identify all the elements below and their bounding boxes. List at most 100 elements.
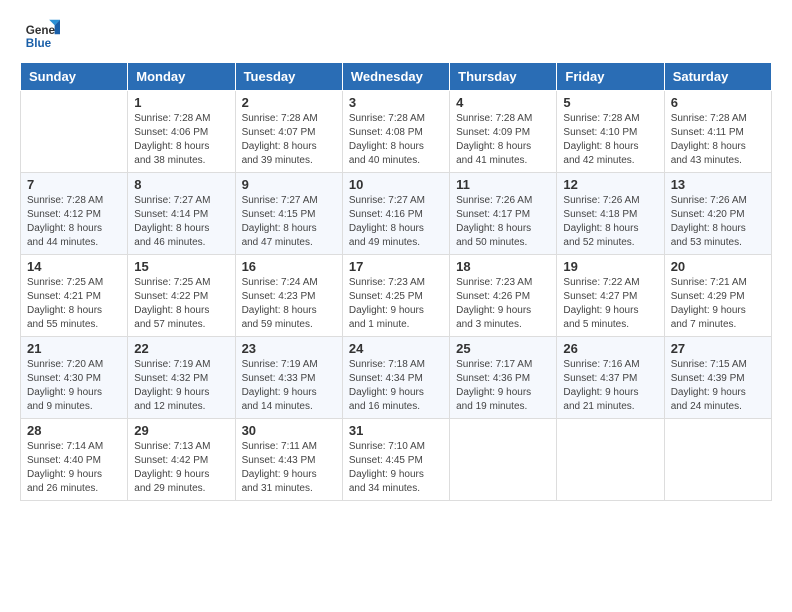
day-number: 17 (349, 259, 443, 274)
day-number: 15 (134, 259, 228, 274)
day-info: Sunrise: 7:28 AM Sunset: 4:10 PM Dayligh… (563, 112, 657, 168)
calendar-cell: 15 Sunrise: 7:25 AM Sunset: 4:22 PM Dayli… (128, 255, 235, 337)
day-number: 3 (349, 95, 443, 110)
day-info: Sunrise: 7:19 AM Sunset: 4:32 PM Dayligh… (134, 358, 228, 414)
day-number: 1 (134, 95, 228, 110)
day-info: Sunrise: 7:18 AM Sunset: 4:34 PM Dayligh… (349, 358, 443, 414)
calendar-cell: 23 Sunrise: 7:19 AM Sunset: 4:33 PM Dayli… (235, 337, 342, 419)
day-info: Sunrise: 7:15 AM Sunset: 4:39 PM Dayligh… (671, 358, 765, 414)
day-info: Sunrise: 7:27 AM Sunset: 4:16 PM Dayligh… (349, 194, 443, 250)
weekday-header-wednesday: Wednesday (342, 63, 449, 91)
calendar-cell: 17 Sunrise: 7:23 AM Sunset: 4:25 PM Dayli… (342, 255, 449, 337)
day-info: Sunrise: 7:28 AM Sunset: 4:11 PM Dayligh… (671, 112, 765, 168)
weekday-header-sunday: Sunday (21, 63, 128, 91)
logo-icon: General Blue (24, 18, 60, 54)
day-number: 9 (242, 177, 336, 192)
day-number: 19 (563, 259, 657, 274)
calendar-cell: 7 Sunrise: 7:28 AM Sunset: 4:12 PM Daylig… (21, 173, 128, 255)
calendar-cell: 18 Sunrise: 7:23 AM Sunset: 4:26 PM Dayli… (450, 255, 557, 337)
day-number: 27 (671, 341, 765, 356)
day-info: Sunrise: 7:17 AM Sunset: 4:36 PM Dayligh… (456, 358, 550, 414)
day-info: Sunrise: 7:14 AM Sunset: 4:40 PM Dayligh… (27, 440, 121, 496)
calendar-week-row: 7 Sunrise: 7:28 AM Sunset: 4:12 PM Daylig… (21, 173, 772, 255)
calendar-cell: 10Sunrise: 7:27 AM Sunset: 4:16 PM Dayli… (342, 173, 449, 255)
day-number: 26 (563, 341, 657, 356)
day-number: 29 (134, 423, 228, 438)
weekday-header-monday: Monday (128, 63, 235, 91)
day-number: 13 (671, 177, 765, 192)
calendar-cell: 21 Sunrise: 7:20 AM Sunset: 4:30 PM Dayli… (21, 337, 128, 419)
calendar-cell: 11 Sunrise: 7:26 AM Sunset: 4:17 PM Dayli… (450, 173, 557, 255)
calendar-cell: 30Sunrise: 7:11 AM Sunset: 4:43 PM Dayli… (235, 419, 342, 501)
calendar-cell: 29 Sunrise: 7:13 AM Sunset: 4:42 PM Dayli… (128, 419, 235, 501)
calendar-cell: 12Sunrise: 7:26 AM Sunset: 4:18 PM Dayli… (557, 173, 664, 255)
header: General Blue (0, 0, 792, 62)
calendar-cell: 1 Sunrise: 7:28 AM Sunset: 4:06 PM Daylig… (128, 91, 235, 173)
day-info: Sunrise: 7:28 AM Sunset: 4:12 PM Dayligh… (27, 194, 121, 250)
day-number: 8 (134, 177, 228, 192)
day-info: Sunrise: 7:26 AM Sunset: 4:20 PM Dayligh… (671, 194, 765, 250)
day-info: Sunrise: 7:13 AM Sunset: 4:42 PM Dayligh… (134, 440, 228, 496)
day-number: 2 (242, 95, 336, 110)
day-info: Sunrise: 7:16 AM Sunset: 4:37 PM Dayligh… (563, 358, 657, 414)
calendar-cell: 27 Sunrise: 7:15 AM Sunset: 4:39 PM Dayli… (664, 337, 771, 419)
day-info: Sunrise: 7:25 AM Sunset: 4:22 PM Dayligh… (134, 276, 228, 332)
day-info: Sunrise: 7:21 AM Sunset: 4:29 PM Dayligh… (671, 276, 765, 332)
day-number: 16 (242, 259, 336, 274)
calendar-cell (450, 419, 557, 501)
day-number: 21 (27, 341, 121, 356)
weekday-header-friday: Friday (557, 63, 664, 91)
calendar-cell: 28Sunrise: 7:14 AM Sunset: 4:40 PM Dayli… (21, 419, 128, 501)
calendar-cell (664, 419, 771, 501)
weekday-header-row: SundayMondayTuesdayWednesdayThursdayFrid… (21, 63, 772, 91)
calendar-cell: 31 Sunrise: 7:10 AM Sunset: 4:45 PM Dayli… (342, 419, 449, 501)
day-number: 31 (349, 423, 443, 438)
calendar-table: SundayMondayTuesdayWednesdayThursdayFrid… (20, 62, 772, 501)
day-number: 14 (27, 259, 121, 274)
day-info: Sunrise: 7:28 AM Sunset: 4:08 PM Dayligh… (349, 112, 443, 168)
day-info: Sunrise: 7:24 AM Sunset: 4:23 PM Dayligh… (242, 276, 336, 332)
day-number: 20 (671, 259, 765, 274)
day-info: Sunrise: 7:19 AM Sunset: 4:33 PM Dayligh… (242, 358, 336, 414)
day-number: 22 (134, 341, 228, 356)
calendar-week-row: 28Sunrise: 7:14 AM Sunset: 4:40 PM Dayli… (21, 419, 772, 501)
calendar-week-row: 1 Sunrise: 7:28 AM Sunset: 4:06 PM Daylig… (21, 91, 772, 173)
day-info: Sunrise: 7:26 AM Sunset: 4:17 PM Dayligh… (456, 194, 550, 250)
day-number: 18 (456, 259, 550, 274)
calendar-cell: 14 Sunrise: 7:25 AM Sunset: 4:21 PM Dayli… (21, 255, 128, 337)
calendar-cell: 9 Sunrise: 7:27 AM Sunset: 4:15 PM Daylig… (235, 173, 342, 255)
day-info: Sunrise: 7:23 AM Sunset: 4:26 PM Dayligh… (456, 276, 550, 332)
calendar-cell: 2 Sunrise: 7:28 AM Sunset: 4:07 PM Daylig… (235, 91, 342, 173)
day-info: Sunrise: 7:28 AM Sunset: 4:09 PM Dayligh… (456, 112, 550, 168)
day-info: Sunrise: 7:20 AM Sunset: 4:30 PM Dayligh… (27, 358, 121, 414)
calendar-cell (21, 91, 128, 173)
day-number: 11 (456, 177, 550, 192)
calendar-cell: 4 Sunrise: 7:28 AM Sunset: 4:09 PM Daylig… (450, 91, 557, 173)
calendar-cell: 22 Sunrise: 7:19 AM Sunset: 4:32 PM Dayli… (128, 337, 235, 419)
day-info: Sunrise: 7:27 AM Sunset: 4:14 PM Dayligh… (134, 194, 228, 250)
calendar-week-row: 14 Sunrise: 7:25 AM Sunset: 4:21 PM Dayli… (21, 255, 772, 337)
calendar-cell (557, 419, 664, 501)
weekday-header-thursday: Thursday (450, 63, 557, 91)
calendar-cell: 13 Sunrise: 7:26 AM Sunset: 4:20 PM Dayli… (664, 173, 771, 255)
day-info: Sunrise: 7:22 AM Sunset: 4:27 PM Dayligh… (563, 276, 657, 332)
calendar-cell: 8 Sunrise: 7:27 AM Sunset: 4:14 PM Daylig… (128, 173, 235, 255)
logo: General Blue (24, 18, 64, 54)
day-info: Sunrise: 7:26 AM Sunset: 4:18 PM Dayligh… (563, 194, 657, 250)
calendar-wrapper: SundayMondayTuesdayWednesdayThursdayFrid… (0, 62, 792, 511)
calendar-cell: 26 Sunrise: 7:16 AM Sunset: 4:37 PM Dayli… (557, 337, 664, 419)
calendar-cell: 24Sunrise: 7:18 AM Sunset: 4:34 PM Dayli… (342, 337, 449, 419)
day-number: 7 (27, 177, 121, 192)
weekday-header-saturday: Saturday (664, 63, 771, 91)
day-number: 23 (242, 341, 336, 356)
day-number: 4 (456, 95, 550, 110)
day-info: Sunrise: 7:23 AM Sunset: 4:25 PM Dayligh… (349, 276, 443, 332)
day-info: Sunrise: 7:28 AM Sunset: 4:07 PM Dayligh… (242, 112, 336, 168)
day-info: Sunrise: 7:25 AM Sunset: 4:21 PM Dayligh… (27, 276, 121, 332)
weekday-header-tuesday: Tuesday (235, 63, 342, 91)
day-number: 5 (563, 95, 657, 110)
day-info: Sunrise: 7:27 AM Sunset: 4:15 PM Dayligh… (242, 194, 336, 250)
day-info: Sunrise: 7:28 AM Sunset: 4:06 PM Dayligh… (134, 112, 228, 168)
calendar-cell: 6Sunrise: 7:28 AM Sunset: 4:11 PM Daylig… (664, 91, 771, 173)
day-info: Sunrise: 7:10 AM Sunset: 4:45 PM Dayligh… (349, 440, 443, 496)
